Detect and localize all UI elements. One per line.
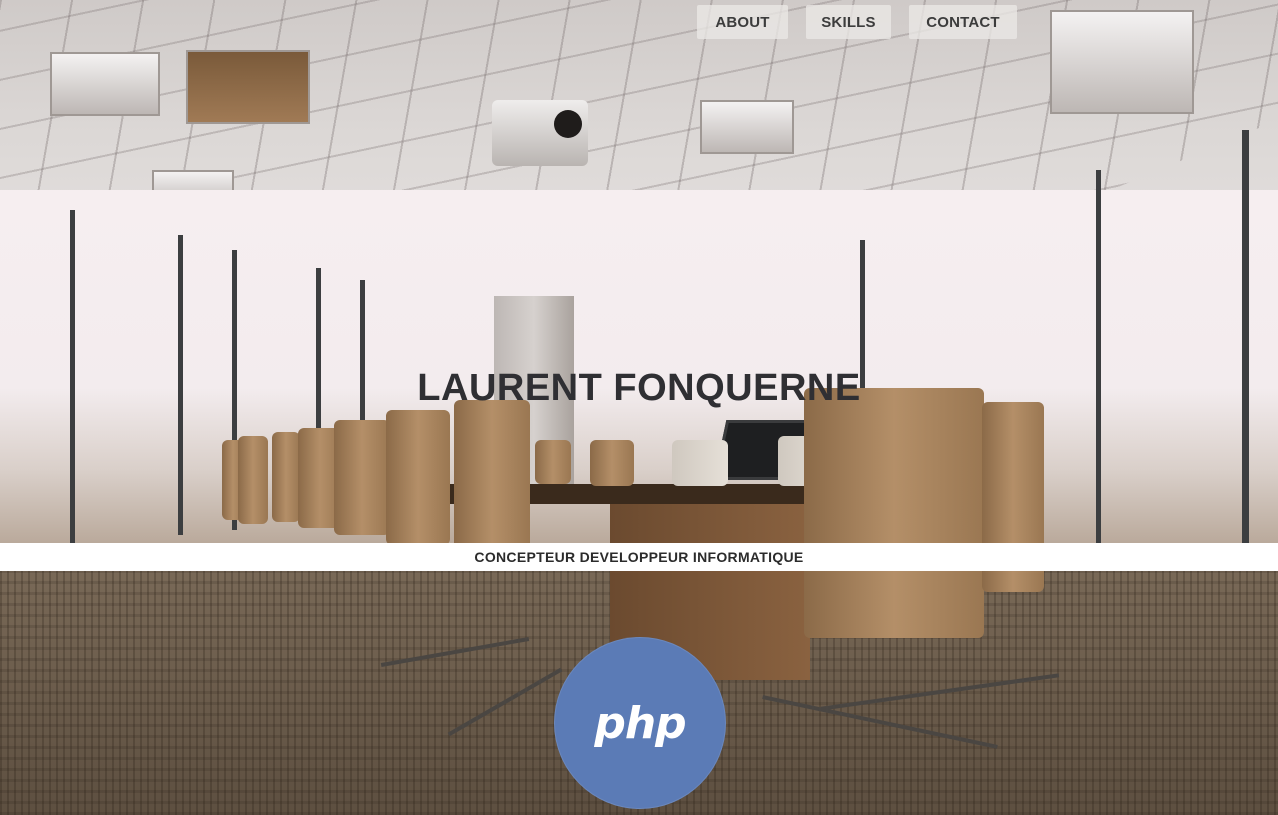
ceiling-light — [50, 52, 160, 116]
page-title: LAURENT FONQUERNE — [417, 367, 861, 409]
chair — [386, 410, 450, 545]
chair — [672, 440, 728, 486]
ceiling-vent — [186, 50, 310, 124]
chair — [272, 432, 300, 522]
projector-lens — [554, 110, 582, 138]
chair — [238, 436, 268, 524]
nav-about-button[interactable]: ABOUT — [697, 5, 788, 39]
php-logo-icon[interactable]: php — [554, 637, 726, 809]
nav-contact-button[interactable]: CONTACT — [909, 5, 1017, 39]
subtitle-band: CONCEPTEUR DEVELOPPEUR INFORMATIQUE — [0, 543, 1278, 571]
chair — [804, 388, 984, 638]
nav-skills-button[interactable]: SKILLS — [806, 5, 891, 39]
chair — [334, 420, 390, 535]
subtitle: CONCEPTEUR DEVELOPPEUR INFORMATIQUE — [474, 549, 804, 565]
chair — [590, 440, 634, 486]
ceiling-light — [1050, 10, 1194, 114]
chair — [535, 440, 571, 484]
window-frame — [1242, 130, 1249, 590]
ceiling-light — [700, 100, 794, 154]
php-logo-text: php — [594, 697, 686, 749]
